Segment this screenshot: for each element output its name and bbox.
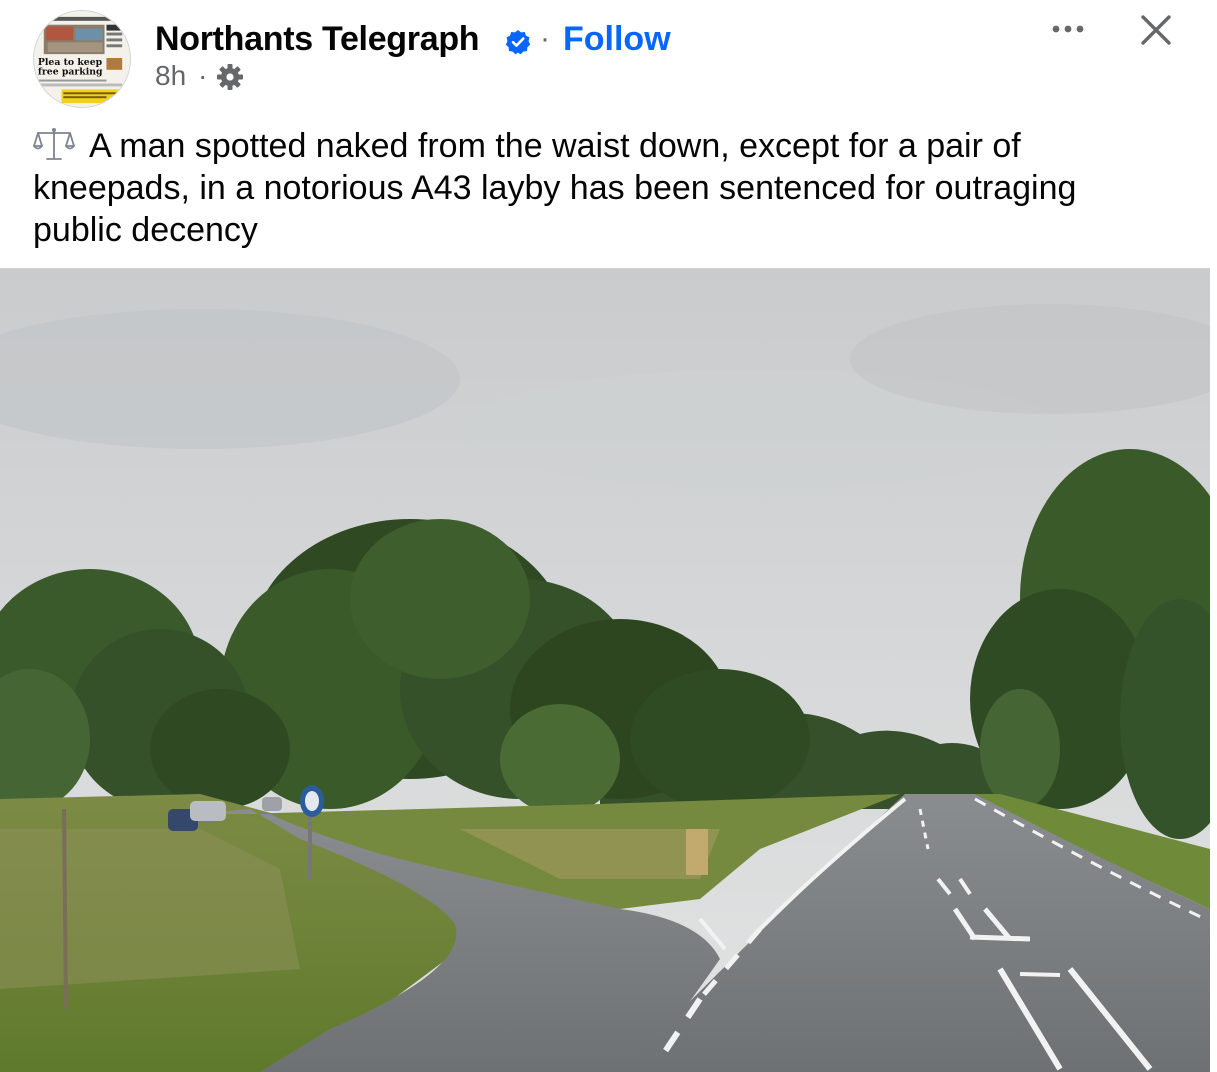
fence-post xyxy=(62,808,68,1010)
meta-separator: · xyxy=(198,60,208,91)
post-message-line-1: A man spotted naked from the waist down,… xyxy=(33,125,1183,167)
post-message-line-2: kneepads, in a notorious A43 layby has b… xyxy=(33,169,1077,207)
road-layby-photo xyxy=(0,269,1210,1072)
post-message-text-1: A man spotted naked from the waist down,… xyxy=(89,127,1021,165)
follow-button[interactable]: Follow xyxy=(563,20,671,59)
facebook-post: Plea to keep free parking Northants Tele… xyxy=(0,0,1210,1072)
close-icon[interactable] xyxy=(1136,10,1176,50)
page-name[interactable]: Northants Telegraph xyxy=(155,20,480,59)
balance-scale-icon xyxy=(33,128,75,160)
verified-badge-icon xyxy=(505,30,531,55)
newspaper-front-page-thumbnail: Plea to keep free parking xyxy=(34,11,130,107)
post-photo[interactable] xyxy=(0,269,1210,1072)
utility-box xyxy=(686,829,708,875)
avatar-headline-line-2: free parking xyxy=(38,67,103,78)
post-header: Plea to keep free parking Northants Tele… xyxy=(0,0,1210,115)
more-options-icon[interactable] xyxy=(1046,14,1090,44)
gear-icon[interactable] xyxy=(216,63,244,91)
name-separator: · xyxy=(540,22,550,55)
post-message-line-3: public decency xyxy=(33,211,258,249)
post-message: A man spotted naked from the waist down,… xyxy=(33,125,1183,251)
page-avatar[interactable]: Plea to keep free parking xyxy=(33,10,131,108)
post-timestamp[interactable]: 8h xyxy=(155,60,186,92)
